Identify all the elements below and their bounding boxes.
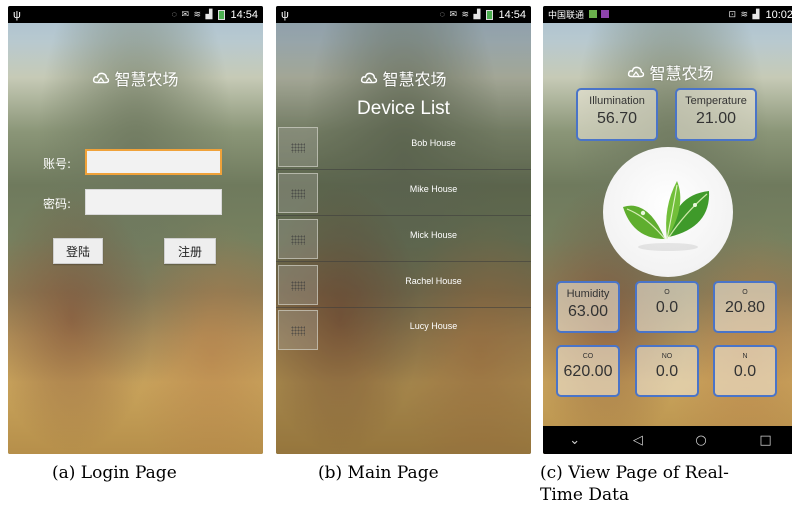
status-time: 10:02	[765, 8, 792, 21]
device-icon	[278, 310, 318, 350]
device-row[interactable]: Bob House	[276, 124, 531, 170]
n2-label: N	[742, 353, 748, 360]
illumination-value: 56.70	[596, 110, 638, 127]
chevron-down-icon[interactable]: ⌄	[569, 433, 580, 448]
battery-icon	[486, 9, 494, 20]
caption-a: (a) Login Page	[52, 463, 177, 483]
usb-icon: ψ	[281, 8, 289, 21]
device-icon	[278, 127, 318, 167]
status-time: 14:54	[498, 8, 526, 21]
battery-icon	[218, 9, 226, 20]
cloud-farm-icon	[93, 72, 110, 84]
recent-apps-icon[interactable]: □	[759, 433, 771, 448]
plant-logo	[603, 147, 733, 277]
login-button[interactable]: 登陆	[53, 238, 103, 264]
device-name: Bob House	[411, 138, 456, 148]
app-title: 智慧农场	[543, 60, 792, 84]
app-title-text: 智慧农场	[382, 70, 447, 89]
notification-icon	[601, 10, 610, 18]
login-screen: ψ ◌ ✉ ≋ ▟ 14:54 智慧农场 账号: 密码: 登陆 注册	[8, 6, 263, 454]
android-nav-bar: ⌄ ◁ ○ □	[543, 426, 792, 454]
o-label: O	[664, 289, 670, 296]
co2-label: CO	[582, 353, 594, 360]
register-button[interactable]: 注册	[164, 238, 216, 264]
account-row: 账号:	[8, 149, 263, 177]
o2-box: O 20.80	[713, 281, 777, 333]
device-icon	[278, 219, 318, 259]
app-title: 智慧农场	[8, 66, 263, 90]
cloud-farm-icon	[628, 66, 645, 78]
figure: ψ ◌ ✉ ≋ ▟ 14:54 智慧农场 账号: 密码: 登陆 注册 ψ ◌ ✉…	[0, 0, 792, 518]
app-title-text: 智慧农场	[114, 70, 179, 89]
illumination-label: Illumination	[589, 95, 645, 107]
back-icon[interactable]: ◁	[633, 433, 643, 448]
no2-value: 0.0	[655, 363, 679, 380]
illumination-box: Illumination 56.70	[576, 88, 658, 141]
device-row[interactable]: Lucy House	[276, 307, 531, 352]
status-time: 14:54	[230, 8, 258, 21]
device-row[interactable]: Rachel House	[276, 262, 531, 308]
device-list-title: Device List	[357, 98, 450, 119]
temperature-box: Temperature 21.00	[675, 88, 757, 141]
carrier-name: 中国联通	[548, 8, 610, 21]
humidity-box: Humidity 63.00	[556, 281, 620, 333]
temperature-label: Temperature	[685, 95, 747, 107]
caption-b: (b) Main Page	[318, 463, 439, 483]
co2-box: CO 620.00	[556, 345, 620, 397]
device-name: Mick House	[409, 230, 457, 240]
device-name: Lucy House	[409, 321, 458, 331]
device-icon	[278, 265, 318, 305]
app-title-text: 智慧农场	[649, 64, 714, 83]
leaf-icon	[623, 181, 710, 251]
temperature-value: 21.00	[695, 110, 737, 127]
realtime-data-screen: 中国联通 ⊡ ≋ ▟ 10:02 智慧农场 Illumination 56.70…	[543, 6, 792, 454]
humidity-value: 63.00	[567, 303, 609, 320]
o-value: 0.0	[655, 299, 679, 316]
no2-label: NO	[661, 353, 673, 360]
device-row[interactable]: Mike House	[276, 170, 531, 216]
status-icons: ◌ ✉ ≋ ▟	[439, 9, 482, 19]
co2-value: 620.00	[563, 363, 613, 380]
status-bar: 中国联通 ⊡ ≋ ▟ 10:02	[543, 6, 792, 23]
password-input[interactable]	[85, 189, 222, 215]
status-icons: ◌ ✉ ≋ ▟	[171, 9, 214, 19]
notification-icon	[588, 10, 597, 18]
usb-icon: ψ	[13, 8, 21, 21]
caption-c-line2: Time Data	[540, 485, 630, 505]
account-label: 账号:	[43, 157, 72, 171]
device-list-screen: ψ ◌ ✉ ≋ ▟ 14:54 智慧农场 Device List Bob Hou…	[276, 6, 531, 454]
status-bar: ψ ◌ ✉ ≋ ▟ 14:54	[8, 6, 263, 23]
device-icon	[278, 173, 318, 213]
n2-box: N 0.0	[713, 345, 777, 397]
status-bar: ψ ◌ ✉ ≋ ▟ 14:54	[276, 6, 531, 23]
no2-box: NO 0.0	[635, 345, 699, 397]
status-icons: ⊡ ≋ ▟	[728, 9, 761, 19]
device-name: Rachel House	[405, 276, 462, 286]
humidity-label: Humidity	[566, 288, 610, 300]
o-box: O 0.0	[635, 281, 699, 333]
n2-value: 0.0	[733, 363, 757, 380]
o2-label: O	[742, 289, 748, 296]
caption-c: (c) View Page of Real- Time Data	[540, 462, 790, 506]
app-title: 智慧农场	[276, 66, 531, 90]
device-row[interactable]: Mick House	[276, 216, 531, 262]
password-row: 密码:	[8, 189, 263, 217]
cloud-farm-icon	[361, 72, 378, 84]
password-label: 密码:	[43, 197, 72, 211]
o2-value: 20.80	[724, 299, 766, 316]
account-input[interactable]	[85, 149, 222, 175]
device-name: Mike House	[409, 184, 458, 194]
home-icon[interactable]: ○	[695, 433, 706, 448]
caption-c-line1: (c) View Page of Real-	[540, 463, 729, 483]
